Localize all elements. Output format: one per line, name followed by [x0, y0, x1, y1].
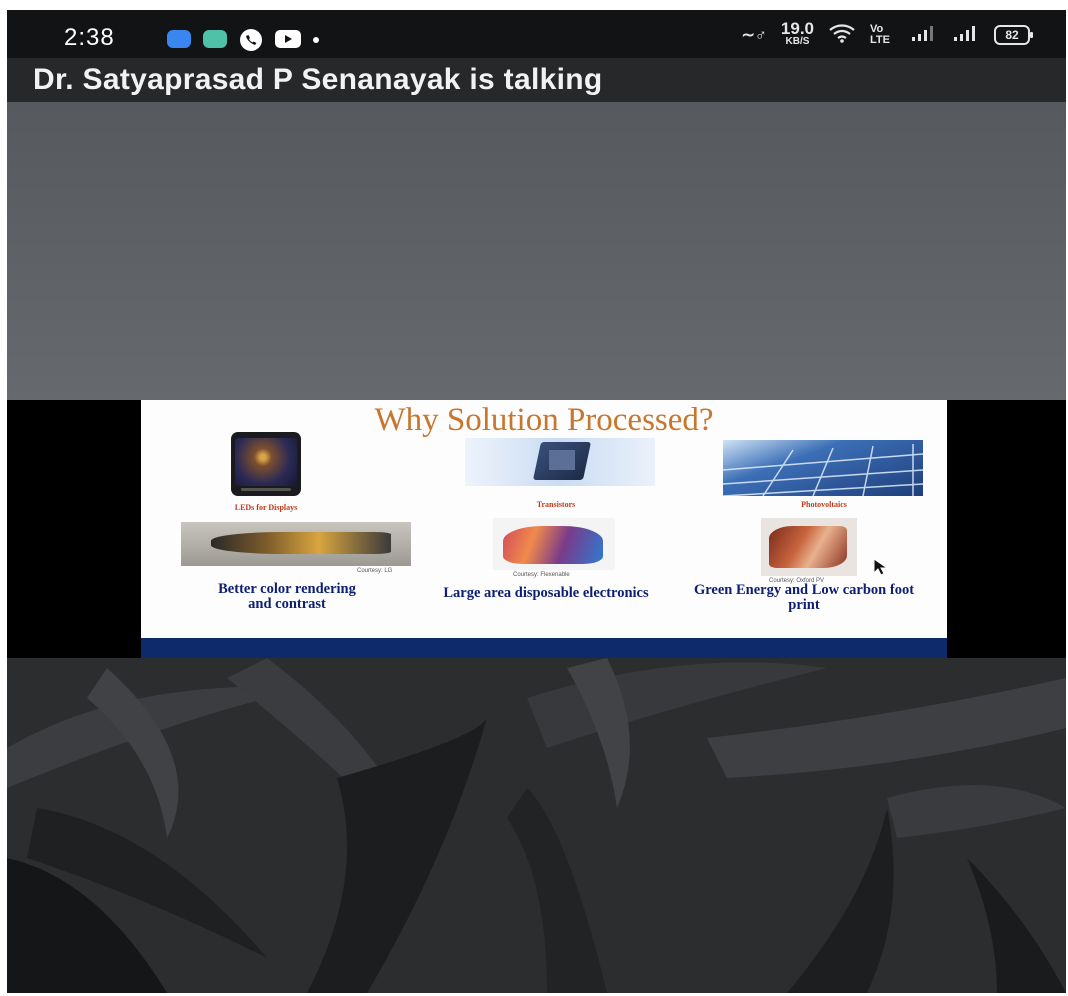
slide-footer-bar	[141, 638, 947, 658]
phone-screen: 2:38 ∼♂ 19.0 KB/S Vo LTE 82 Dr. Satyapra…	[7, 10, 1066, 993]
phone-display-image	[231, 432, 301, 496]
app-icon	[203, 30, 227, 48]
signal-icon-1	[910, 24, 938, 46]
presentation-slide: Why Solution Processed? LEDs for Display…	[141, 400, 947, 658]
signal-icon-2	[952, 24, 980, 46]
participant-video-area[interactable]	[7, 102, 1066, 400]
photovoltaics-image	[723, 440, 923, 496]
transistor-chip-image	[465, 438, 655, 486]
speaker-status: Dr. Satyaprasad P Senanayak is talking	[33, 63, 603, 96]
meeting-background	[7, 658, 1066, 993]
slide-caption-transistors: Transistors	[536, 500, 576, 509]
flexible-solar-image	[761, 518, 857, 576]
benefit-large-area: Large area disposable electronics	[443, 585, 649, 601]
status-bar: 2:38 ∼♂ 19.0 KB/S Vo LTE 82	[7, 10, 1066, 58]
meeting-title-bar: Dr. Satyaprasad P Senanayak is talking	[7, 58, 1066, 102]
messages-icon	[167, 30, 191, 48]
benefit-color-rendering: Better color rendering and contrast	[218, 581, 356, 612]
mouse-cursor-icon	[873, 558, 889, 581]
credit-flexenable: Courtesy: Flexenable	[513, 572, 570, 578]
mute-icon: ∼♂	[741, 27, 767, 44]
wifi-icon	[828, 23, 856, 47]
slide-caption-photovoltaics: Photovoltaics	[801, 500, 847, 509]
youtube-icon	[275, 30, 301, 48]
status-right: ∼♂ 19.0 KB/S Vo LTE 82	[741, 19, 1033, 50]
phone-icon	[239, 28, 263, 52]
flexible-electronics-image	[493, 518, 615, 570]
network-speed: 19.0 KB/S	[780, 19, 814, 47]
status-time: 2:38	[64, 24, 115, 51]
slide-caption-leds: LEDs for Displays	[234, 503, 298, 512]
more-dot-icon	[313, 37, 319, 43]
benefit-green-energy: Green Energy and Low carbon foot print	[693, 582, 915, 613]
shared-screen[interactable]: Why Solution Processed? LEDs for Display…	[7, 400, 1066, 658]
flexible-display-image	[181, 522, 411, 566]
battery-icon: 82	[994, 25, 1033, 45]
credit-lg: Courtesy: LG	[357, 568, 393, 574]
volte-icon: Vo LTE	[870, 23, 890, 46]
